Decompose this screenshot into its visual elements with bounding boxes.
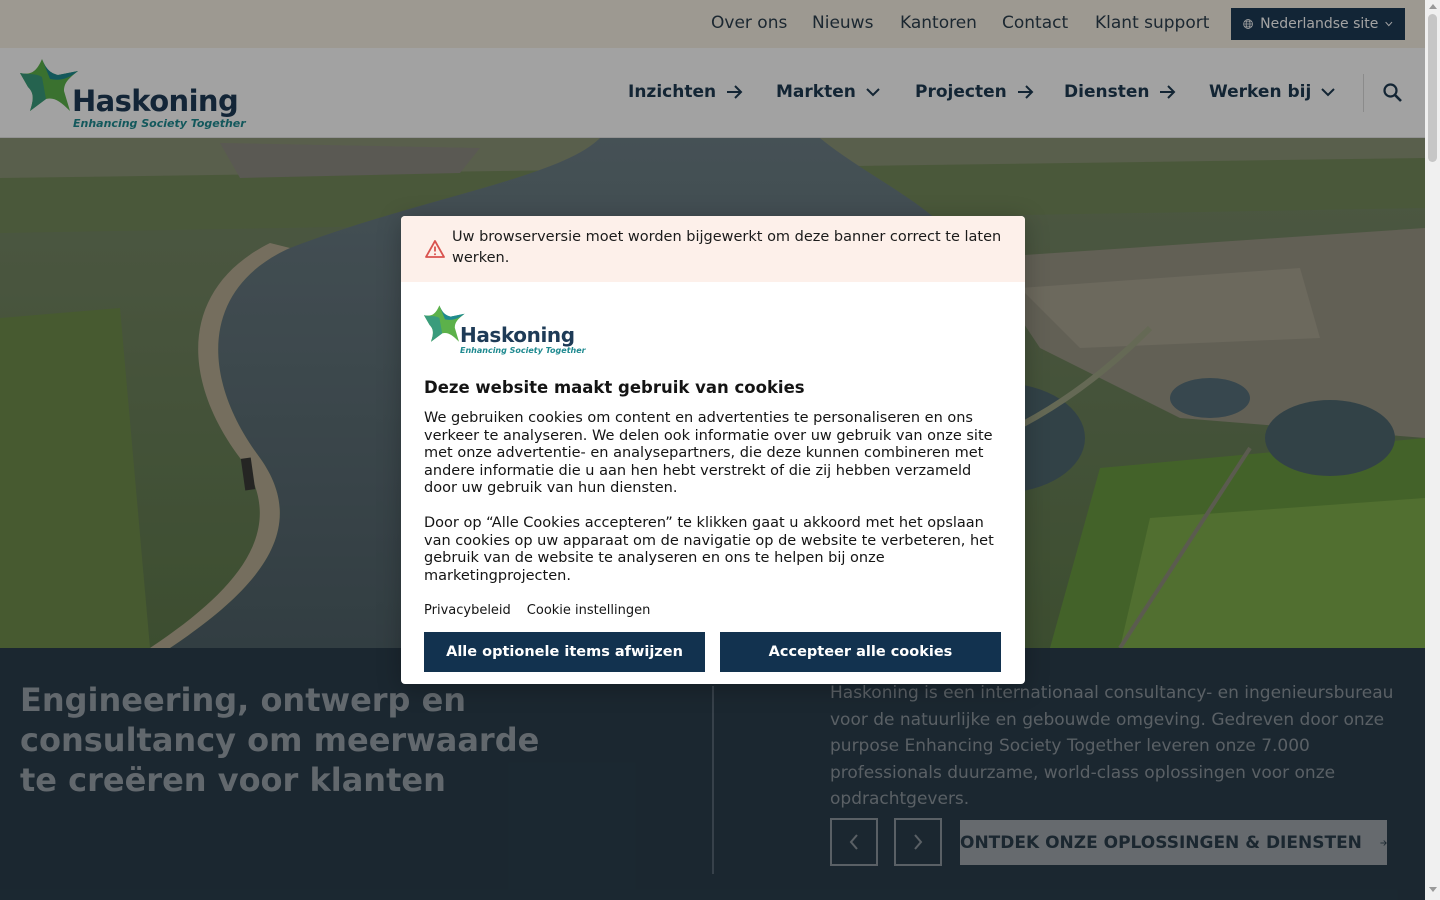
scroll-up-arrow[interactable]: [1429, 4, 1437, 9]
warning-icon: [425, 240, 445, 258]
cookie-dialog-title: Deze website maakt gebruik van cookies: [424, 378, 805, 397]
logo-wordmark: Haskoning: [460, 323, 575, 347]
browser-warning-banner: Uw browserversie moet worden bijgewerkt …: [401, 216, 1025, 282]
cookie-dialog-logo: Haskoning Enhancing Society Together: [424, 304, 586, 356]
cookie-paragraph: Door op “Alle Cookies accepteren” te kli…: [424, 515, 994, 584]
cookie-consent-dialog: Uw browserversie moet worden bijgewerkt …: [401, 216, 1025, 684]
scroll-down-arrow[interactable]: [1429, 887, 1437, 892]
browser-warning-text: Uw browserversie moet worden bijgewerkt …: [452, 229, 1002, 266]
cookie-paragraph: We gebruiken cookies om content en adver…: [424, 410, 993, 496]
accept-all-cookies-button[interactable]: Accepteer alle cookies: [720, 632, 1001, 672]
scroll-thumb[interactable]: [1428, 14, 1437, 162]
cookie-settings-link[interactable]: Cookie instellingen: [527, 603, 651, 618]
logo-tagline: Enhancing Society Together: [460, 346, 586, 355]
privacy-policy-link[interactable]: Privacybeleid: [424, 603, 511, 618]
reject-optional-button[interactable]: Alle optionele items afwijzen: [424, 632, 705, 672]
page-scrollbar[interactable]: [1425, 0, 1440, 900]
cookie-links: Privacybeleid Cookie instellingen: [424, 603, 650, 618]
cookie-dialog-body: We gebruiken cookies om content en adver…: [424, 410, 1006, 585]
